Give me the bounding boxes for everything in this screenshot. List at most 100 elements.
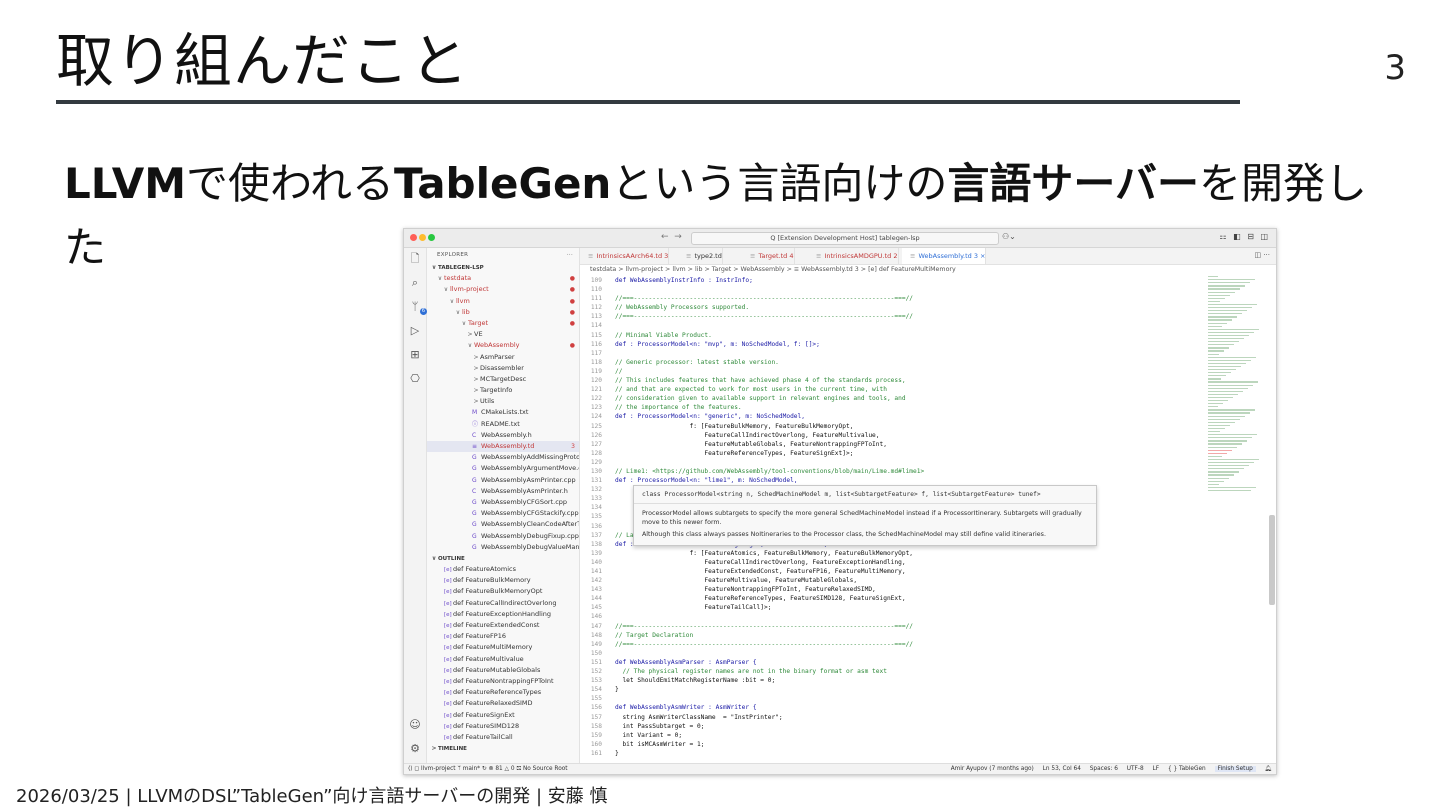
code-text: // Generic processor: latest stable vers… — [615, 358, 779, 366]
tree-item[interactable]: C WebAssemblyAsmPrinter.h — [427, 486, 579, 497]
outline-item[interactable]: [e]def FeatureExceptionHandling — [427, 609, 579, 620]
tree-item[interactable]: >VE — [427, 329, 579, 340]
outline-item[interactable]: [e]def FeatureReferenceTypes — [427, 687, 579, 698]
problem-badge: ● — [569, 319, 575, 327]
outline-item[interactable]: [e]def FeatureMultivalue — [427, 654, 579, 665]
editor-tab[interactable]: ≡ IntrinsicsAArch64.td 3 — [580, 248, 670, 264]
outline-section[interactable]: ∨ OUTLINE — [427, 553, 579, 564]
nav-arrows-icon[interactable]: ← → — [661, 232, 682, 242]
tree-item[interactable]: >TargetInfo — [427, 385, 579, 396]
tree-item[interactable]: >AsmParser — [427, 352, 579, 363]
code-line: 116 def : ProcessorModel<n: "mvp", m: NoS… — [580, 340, 1200, 349]
outline-item-label: def FeatureRelaxedSIMD — [453, 699, 533, 708]
minimap[interactable] — [1204, 276, 1268, 763]
tree-item[interactable]: G WebAssemblyAsmPrinter.cpp — [427, 475, 579, 486]
outline-item[interactable]: [e]def FeatureNontrappingFPToInt — [427, 676, 579, 687]
run-debug-icon[interactable]: ▷ — [408, 324, 422, 338]
code-line: 115 // Minimal Viable Product. — [580, 331, 1200, 340]
settings-gear-icon[interactable]: ⚙ — [408, 742, 422, 756]
finish-setup-button[interactable]: Finish Setup — [1214, 766, 1256, 772]
split-editor-icon[interactable]: ◫ ··· — [1254, 251, 1270, 259]
outline-item[interactable]: [e]def FeatureExtendedConst — [427, 620, 579, 631]
outline-item[interactable]: [e]def FeatureSignExt — [427, 710, 579, 721]
file-icon: ≡ — [472, 443, 478, 450]
tree-item[interactable]: ∨ testdata ● — [427, 273, 579, 284]
notifications-bell-icon[interactable]: 🔔︎ — [1265, 766, 1272, 772]
line-number: 128 — [590, 449, 602, 457]
outline-item[interactable]: [e]def FeatureCallIndirectOverlong — [427, 598, 579, 609]
root-folder[interactable]: ∨ TABLEGEN-LSP — [427, 262, 579, 273]
command-center[interactable]: Q [Extension Development Host] tablegen-… — [691, 232, 999, 245]
code-line: 156 def WebAssemblyAsmWriter : AsmWriter … — [580, 703, 1200, 712]
tree-item[interactable]: C WebAssembly.h — [427, 430, 579, 441]
minimap-line — [1208, 276, 1218, 278]
line-number: 147 — [590, 622, 602, 630]
tree-item[interactable]: ⓘ README.txt — [427, 419, 579, 430]
tree-item[interactable]: ∨ WebAssembly ● — [427, 340, 579, 351]
account-icon[interactable]: ☺ — [408, 718, 422, 732]
tree-item[interactable]: G WebAssemblyCleanCodeAfterTra... — [427, 519, 579, 530]
outline-item[interactable]: [e]def FeatureBulkMemoryOpt — [427, 586, 579, 597]
language-mode[interactable]: { } TableGen — [1168, 766, 1206, 772]
tree-item[interactable]: G WebAssemblyAddMissingPrototy... — [427, 452, 579, 463]
line-number: 124 — [590, 413, 602, 421]
git-blame[interactable]: Amir Ayupov (7 months ago) — [951, 766, 1034, 772]
line-number: 151 — [590, 658, 602, 666]
tree-item[interactable]: G WebAssemblyCFGStackify.cpp — [427, 508, 579, 519]
outline-item[interactable]: [e]def FeatureMutableGlobals — [427, 665, 579, 676]
tree-item[interactable]: G WebAssemblyArgumentMove.cpp — [427, 463, 579, 474]
minimap-line — [1208, 353, 1219, 355]
source-control-icon[interactable]: ᛘ6 — [408, 300, 427, 315]
minimap-line — [1208, 483, 1219, 485]
outline-item-label: def FeatureBulkMemoryOpt — [453, 587, 543, 596]
minimize-window-button[interactable] — [419, 234, 426, 241]
minimap-line — [1208, 452, 1227, 454]
end-of-line[interactable]: LF — [1153, 766, 1160, 772]
tree-item[interactable]: G WebAssemblyDebugValueManag... — [427, 542, 579, 553]
status-left[interactable]: ⟨⟩ ◻ llvm-project ᛘ main* ↻ ⊗ 81 △ 0 ⛞ N… — [408, 764, 568, 774]
tree-item[interactable]: ∨ llvm-project ● — [427, 284, 579, 295]
outline-item[interactable]: [e]def FeatureMultiMemory — [427, 642, 579, 653]
cursor-position[interactable]: Ln 53, Col 64 — [1043, 766, 1081, 772]
code-text: // Lime1: <https://github.com/WebAssembl… — [615, 467, 925, 475]
tree-item[interactable]: >Disassembler — [427, 363, 579, 374]
tree-item[interactable]: G WebAssemblyCFGSort.cpp — [427, 497, 579, 508]
line-number: 142 — [590, 577, 602, 585]
tree-item[interactable]: G WebAssemblyDebugFixup.cpp — [427, 531, 579, 542]
line-number: 110 — [590, 286, 602, 294]
more-actions-icon[interactable]: ··· — [567, 248, 573, 262]
layout-icons[interactable]: ⚏ ◧ ⊟ ◫ — [1219, 232, 1270, 241]
tree-item[interactable]: ∨ Target ● — [427, 318, 579, 329]
encoding[interactable]: UTF-8 — [1127, 766, 1144, 772]
minimap-line — [1208, 424, 1230, 427]
editor-tab[interactable]: ≡ Target.td 4 — [742, 248, 795, 264]
tree-item-label: WebAssemblyDebugFixup.cpp — [481, 531, 579, 540]
copilot-icon[interactable]: ⚇⌄ — [1002, 232, 1016, 241]
indentation[interactable]: Spaces: 6 — [1090, 766, 1118, 772]
tree-item[interactable]: >Utils — [427, 396, 579, 407]
timeline-section[interactable]: >TIMELINE — [427, 743, 579, 754]
outline-item[interactable]: [e]def FeatureBulkMemory — [427, 575, 579, 586]
maximize-window-button[interactable] — [428, 234, 435, 241]
tree-item[interactable]: >MCTargetDesc — [427, 374, 579, 385]
tree-item[interactable]: ∨ lib ● — [427, 307, 579, 318]
tree-item[interactable]: ≡ WebAssembly.td 3 — [427, 441, 579, 453]
breadcrumb[interactable]: testdata > llvm-project > llvm > lib > T… — [580, 265, 1190, 275]
outline-item[interactable]: [e]def FeatureAtomics — [427, 564, 579, 575]
editor-scrollbar[interactable] — [1269, 515, 1275, 605]
tree-item[interactable]: ∨ llvm ● — [427, 296, 579, 307]
editor-tab[interactable]: ≡ IntrinsicsAMDGPU.td 2 — [808, 248, 899, 264]
tree-item[interactable]: M CMakeLists.txt — [427, 407, 579, 418]
outline-item[interactable]: [e]def FeatureSIMD128 — [427, 721, 579, 732]
editor-tab[interactable]: ≡ WebAssembly.td 3 × — [902, 248, 987, 264]
explorer-icon[interactable]: 🗋 — [408, 252, 422, 266]
editor-tab[interactable]: ≡ type2.td — [678, 248, 723, 264]
search-icon[interactable]: ⌕ — [408, 276, 422, 290]
line-number: 146 — [590, 613, 602, 621]
outline-item[interactable]: [e]def FeatureRelaxedSIMD — [427, 698, 579, 709]
close-window-button[interactable] — [410, 234, 417, 241]
remote-explorer-icon[interactable]: ⎔ — [408, 372, 422, 386]
extensions-icon[interactable]: ⊞ — [408, 348, 422, 362]
outline-item[interactable]: [e]def FeatureFP16 — [427, 631, 579, 642]
outline-item[interactable]: [e]def FeatureTailCall — [427, 732, 579, 743]
